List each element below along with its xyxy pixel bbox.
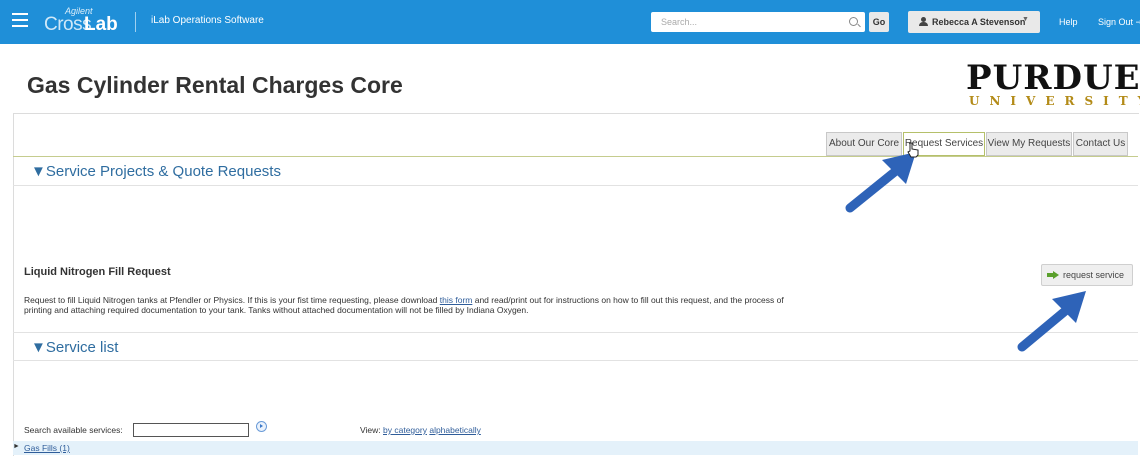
- user-name: Rebecca A Stevenson: [932, 17, 1026, 27]
- annotation-arrow-request: [1017, 291, 1086, 352]
- go-button[interactable]: Go: [869, 12, 889, 32]
- request-item-description: Request to fill Liquid Nitrogen tanks at…: [24, 295, 784, 315]
- request-service-label: request service: [1063, 270, 1125, 280]
- arrow-right-icon: [1047, 271, 1059, 279]
- form-download-link[interactable]: this form: [440, 295, 473, 305]
- tab-underline: [13, 156, 1138, 157]
- section-heading-projects[interactable]: ▼Service Projects & Quote Requests: [31, 163, 281, 180]
- help-link[interactable]: Help: [1059, 17, 1078, 27]
- request-service-button[interactable]: request service: [1041, 264, 1133, 286]
- view-alphabetically-link[interactable]: alphabetically: [429, 425, 481, 435]
- sign-out-label: Sign Out: [1098, 17, 1134, 27]
- caret-down-icon: ▼: [1022, 16, 1029, 23]
- service-search-label: Search available services:: [24, 425, 123, 435]
- request-item-title: Liquid Nitrogen Fill Request: [24, 266, 171, 278]
- section-divider: [13, 185, 1138, 186]
- brand-divider: [135, 12, 136, 32]
- view-by-category-link[interactable]: by category: [383, 425, 427, 435]
- category-row: ► Gas Fills (1): [13, 441, 1138, 455]
- app-name: iLab Operations Software: [151, 15, 264, 26]
- section-divider: [13, 332, 1138, 333]
- top-navbar: Agilent Cross Lab iLab Operations Softwa…: [0, 0, 1140, 44]
- user-menu-button[interactable]: Rebecca A Stevenson ▼: [908, 11, 1040, 33]
- brand-lab-text: Lab: [84, 14, 118, 35]
- caret-right-icon[interactable]: ►: [13, 443, 20, 450]
- crosslab-logo[interactable]: Agilent Cross Lab: [44, 6, 134, 38]
- page-title: Gas Cylinder Rental Charges Core: [27, 72, 403, 98]
- annotation-arrow-tab: [845, 152, 916, 213]
- desc-text-start: Request to fill Liquid Nitrogen tanks at…: [24, 295, 440, 305]
- purdue-logo-main: PURDUE: [966, 58, 1140, 98]
- view-label: View:: [360, 425, 381, 435]
- user-icon: [919, 17, 928, 26]
- section-divider: [13, 360, 1138, 361]
- purdue-logo-sub: UNIVERSITY: [969, 94, 1140, 108]
- purdue-logo: PURDUE UNIVERSITY: [966, 54, 1140, 110]
- menu-icon[interactable]: [12, 13, 28, 29]
- tab-contact-us[interactable]: Contact Us: [1073, 132, 1128, 156]
- category-gas-fills-link[interactable]: Gas Fills (1): [24, 443, 70, 453]
- sign-out-link[interactable]: Sign Out ⇥: [1098, 17, 1140, 28]
- section-heading-service-list[interactable]: ▼Service list: [31, 339, 118, 356]
- global-search-input[interactable]: [659, 12, 843, 32]
- hand-cursor-icon: [907, 142, 919, 158]
- service-search-input[interactable]: [133, 423, 249, 437]
- info-icon[interactable]: [256, 421, 267, 432]
- tab-view-my-requests[interactable]: View My Requests: [986, 132, 1072, 156]
- view-options: View: by category alphabetically: [360, 425, 481, 435]
- global-search: [651, 12, 865, 32]
- search-icon[interactable]: [849, 17, 858, 26]
